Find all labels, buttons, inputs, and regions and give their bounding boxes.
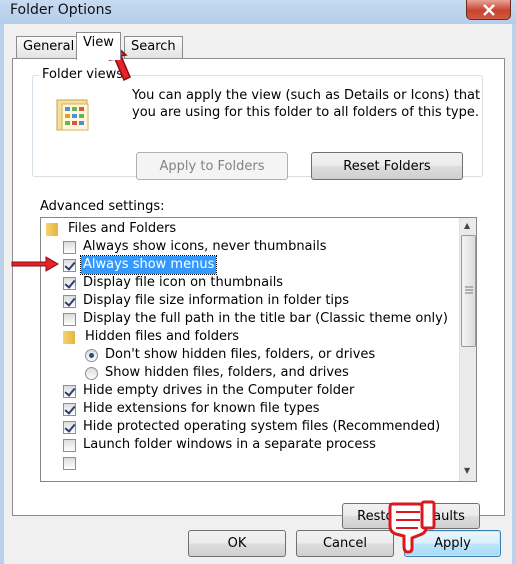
option-label: Always show menus [79,255,218,275]
scrollbar-thumb[interactable] [461,235,476,347]
dialog-client-area: General View Search Folder views You can… [4,24,512,564]
tab-view[interactable]: View [76,32,121,60]
option-label: Show hidden files, folders, and drives [105,365,349,380]
checkbox[interactable] [63,384,76,398]
tree-scrollbar[interactable]: ▲ ▼ [459,218,476,481]
option-always-show-menus[interactable]: Always show menus [63,255,218,275]
tree-folder-hidden-files: Hidden files and folders [63,328,241,346]
checkbox[interactable] [63,420,76,434]
option-partially-visible[interactable] [63,456,81,470]
title-bar: Folder Options [0,0,516,24]
scroll-down-arrow-icon[interactable]: ▼ [464,466,470,475]
option-label: Launch folder windows in a separate proc… [83,437,376,452]
close-icon [482,3,495,16]
option-always-show-icons[interactable]: Always show icons, never thumbnails [63,238,329,256]
thumbs-down-hand-icon [388,500,436,554]
tab-general[interactable]: General [16,36,82,58]
option-label: Hide empty drives in the Computer folder [83,383,355,398]
advanced-settings-tree[interactable]: Files and Folders Always show icons, nev… [40,217,477,482]
cancel-button[interactable]: Cancel [296,530,394,557]
radio-button[interactable] [85,348,98,362]
option-launch-separate-process[interactable]: Launch folder windows in a separate proc… [63,436,378,454]
option-dont-show-hidden[interactable]: Don't show hidden files, folders, or dri… [85,346,377,364]
option-display-file-size[interactable]: Display file size information in folder … [63,292,351,310]
checkbox[interactable] [63,276,76,290]
folder-icon [46,222,58,236]
checkbox[interactable] [63,402,76,416]
folder-views-description: You can apply the view (such as Details … [132,88,481,120]
option-display-file-icon[interactable]: Display file icon on thumbnails [63,274,285,292]
option-label: Display file size information in folder … [83,293,350,308]
checkbox[interactable] [63,438,76,452]
option-label: Hide protected operating system files (R… [83,419,441,434]
option-hide-empty-drives[interactable]: Hide empty drives in the Computer folder [63,382,356,400]
annotation-arrow-right-icon [11,256,59,272]
tree-item-label: Files and Folders [68,221,177,236]
option-label: Display file icon on thumbnails [83,275,284,290]
tab-general-label: General [23,39,75,54]
checkbox[interactable] [63,456,76,470]
tree-item-label: Hidden files and folders [85,329,240,344]
advanced-settings-label: Advanced settings: [40,199,165,214]
radio-button[interactable] [85,366,98,380]
ok-button[interactable]: OK [188,530,286,557]
option-label: Display the full path in the title bar (… [83,311,448,326]
apply-to-folders-button[interactable]: Apply to Folders [136,152,288,180]
close-button[interactable] [466,0,511,20]
checkbox[interactable] [63,240,76,254]
checkbox[interactable] [63,312,76,326]
window-title: Folder Options [10,2,112,18]
tab-view-label: View [83,35,114,50]
option-hide-extensions[interactable]: Hide extensions for known file types [63,400,322,418]
checkbox[interactable] [63,294,76,308]
checkbox[interactable] [63,258,76,272]
option-show-hidden[interactable]: Show hidden files, folders, and drives [85,364,351,382]
folder-icon [63,330,75,344]
option-hide-protected-files[interactable]: Hide protected operating system files (R… [63,418,442,436]
folder-views-icon [56,99,89,131]
option-label: Hide extensions for known file types [83,401,320,416]
reset-folders-button[interactable]: Reset Folders [311,152,463,180]
tree-folder-files-and-folders: Files and Folders [46,220,178,238]
option-label: Don't show hidden files, folders, or dri… [105,347,376,362]
view-tab-panel: Folder views You can apply the view (suc… [12,58,505,529]
scroll-up-arrow-icon[interactable]: ▲ [464,221,470,230]
option-label: Always show icons, never thumbnails [83,239,327,254]
thumb-grip-icon [465,286,473,294]
option-display-full-path[interactable]: Display the full path in the title bar (… [63,310,450,328]
